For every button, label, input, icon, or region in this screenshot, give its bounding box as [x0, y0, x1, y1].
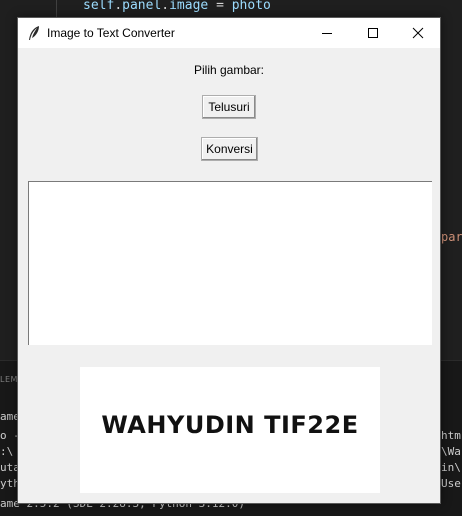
close-icon: [412, 27, 424, 39]
browse-button[interactable]: Telusuri: [202, 95, 256, 119]
code-token: .: [114, 0, 123, 13]
feather-icon: [29, 26, 39, 40]
code-token: self: [83, 0, 115, 13]
minimize-icon: [322, 33, 332, 34]
code-token: photo: [231, 0, 271, 13]
code-line: self.panel.image = photo: [83, 0, 271, 13]
indent-guide: [56, 0, 57, 18]
code-token: panel: [122, 0, 162, 13]
choose-image-label: Pilih gambar:: [193, 63, 265, 77]
app-window: Image to Text Converter Pilih gambar: Te…: [17, 17, 441, 504]
terminal-line: Use: [441, 477, 461, 490]
convert-button[interactable]: Konversi: [201, 137, 258, 161]
terminal-line: \Wa: [441, 445, 461, 458]
close-button[interactable]: [395, 18, 441, 48]
window-title: Image to Text Converter: [47, 26, 175, 40]
output-text-area[interactable]: [28, 181, 432, 345]
terminal-line: :\: [0, 445, 14, 458]
code-fragment: par: [441, 230, 462, 244]
maximize-button[interactable]: [350, 18, 396, 48]
code-token: image: [169, 0, 209, 13]
code-token: =: [208, 0, 232, 13]
terminal-line: htm: [441, 429, 461, 442]
minimize-button[interactable]: [304, 18, 350, 48]
code-token: .: [161, 0, 170, 13]
image-preview-text: WAHYUDIN TIF22E: [101, 411, 359, 439]
terminal-line: in\: [441, 461, 461, 474]
maximize-icon: [368, 28, 378, 38]
window-titlebar[interactable]: Image to Text Converter: [18, 18, 440, 48]
image-preview: WAHYUDIN TIF22E: [80, 367, 380, 493]
terminal-tab-label: LEM: [0, 375, 18, 384]
